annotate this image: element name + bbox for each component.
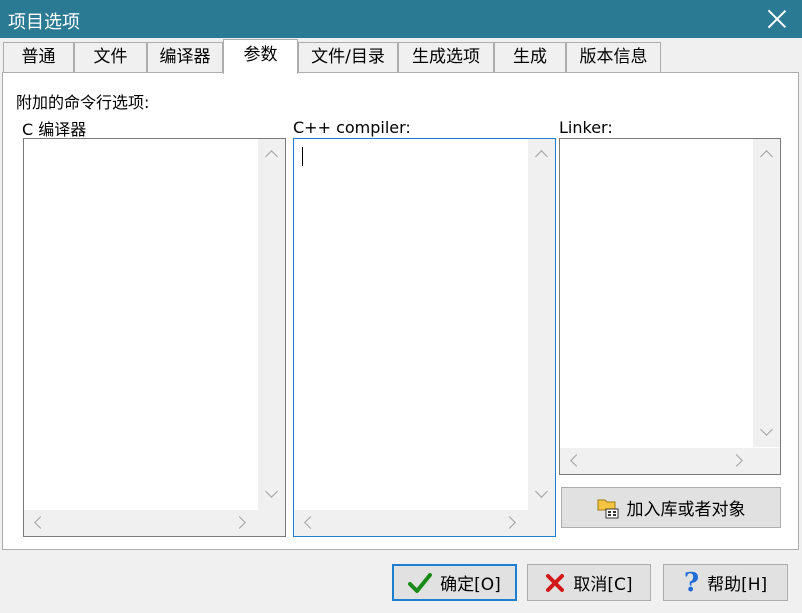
scroll-right-icon[interactable]: [503, 516, 516, 529]
ok-button[interactable]: 确定[O]: [392, 564, 517, 601]
vertical-scrollbar[interactable]: [753, 139, 780, 447]
help-button[interactable]: ? 帮助[H]: [663, 564, 788, 601]
cpp-compiler-textarea[interactable]: [293, 138, 556, 537]
add-library-label: 加入库或者对象: [626, 500, 746, 520]
horizontal-scrollbar[interactable]: [294, 510, 528, 536]
cancel-button[interactable]: 取消[C]: [527, 564, 651, 601]
scroll-corner: [753, 448, 780, 474]
window-title: 项目选项: [8, 12, 80, 33]
cpp-compiler-label: C++ compiler:: [293, 118, 411, 137]
scroll-up-icon[interactable]: [535, 150, 548, 163]
c-compiler-textarea[interactable]: [23, 138, 286, 537]
scroll-left-icon[interactable]: [34, 516, 47, 529]
scroll-left-icon[interactable]: [304, 516, 317, 529]
scroll-left-icon[interactable]: [570, 454, 583, 467]
tab-version-info[interactable]: 版本信息: [566, 42, 661, 72]
cancel-label: 取消[C]: [573, 575, 633, 595]
scroll-corner: [528, 510, 555, 536]
help-label: 帮助[H]: [707, 575, 768, 595]
horizontal-scrollbar[interactable]: [560, 448, 753, 474]
tab-general[interactable]: 普通: [3, 42, 74, 72]
scroll-right-icon[interactable]: [233, 516, 246, 529]
scroll-right-icon[interactable]: [730, 454, 743, 467]
scroll-up-icon[interactable]: [265, 150, 278, 163]
parameters-panel: 附加的命令行选项: C 编译器 C++ compiler: Linker: 加入…: [2, 72, 799, 550]
vertical-scrollbar[interactable]: [528, 139, 555, 510]
title-bar: 项目选项: [0, 0, 802, 38]
checkmark-icon: [408, 572, 433, 593]
scroll-down-icon[interactable]: [760, 423, 773, 436]
add-library-button[interactable]: 加入库或者对象: [561, 487, 781, 528]
vertical-scrollbar[interactable]: [258, 139, 285, 510]
text-caret: [302, 147, 303, 166]
scroll-down-icon[interactable]: [535, 485, 548, 498]
tab-parameters[interactable]: 参数: [223, 39, 298, 74]
library-folder-icon: [597, 499, 618, 518]
tab-build[interactable]: 生成: [494, 42, 566, 72]
linker-textarea[interactable]: [559, 138, 781, 475]
additional-options-heading: 附加的命令行选项:: [16, 93, 150, 112]
tab-compiler[interactable]: 编译器: [147, 42, 223, 72]
tab-build-options[interactable]: 生成选项: [398, 42, 494, 72]
help-question-icon: ?: [683, 567, 700, 598]
c-compiler-label: C 编译器: [22, 120, 87, 139]
horizontal-scrollbar[interactable]: [24, 510, 258, 536]
cancel-x-icon: [546, 573, 565, 592]
scroll-corner: [258, 510, 285, 536]
tab-files[interactable]: 文件: [74, 42, 147, 72]
linker-label: Linker:: [559, 118, 613, 137]
ok-label: 确定[O]: [440, 575, 501, 595]
tab-directories[interactable]: 文件/目录: [298, 42, 398, 72]
scroll-up-icon[interactable]: [760, 150, 773, 163]
scroll-down-icon[interactable]: [265, 485, 278, 498]
close-icon[interactable]: [768, 9, 786, 27]
